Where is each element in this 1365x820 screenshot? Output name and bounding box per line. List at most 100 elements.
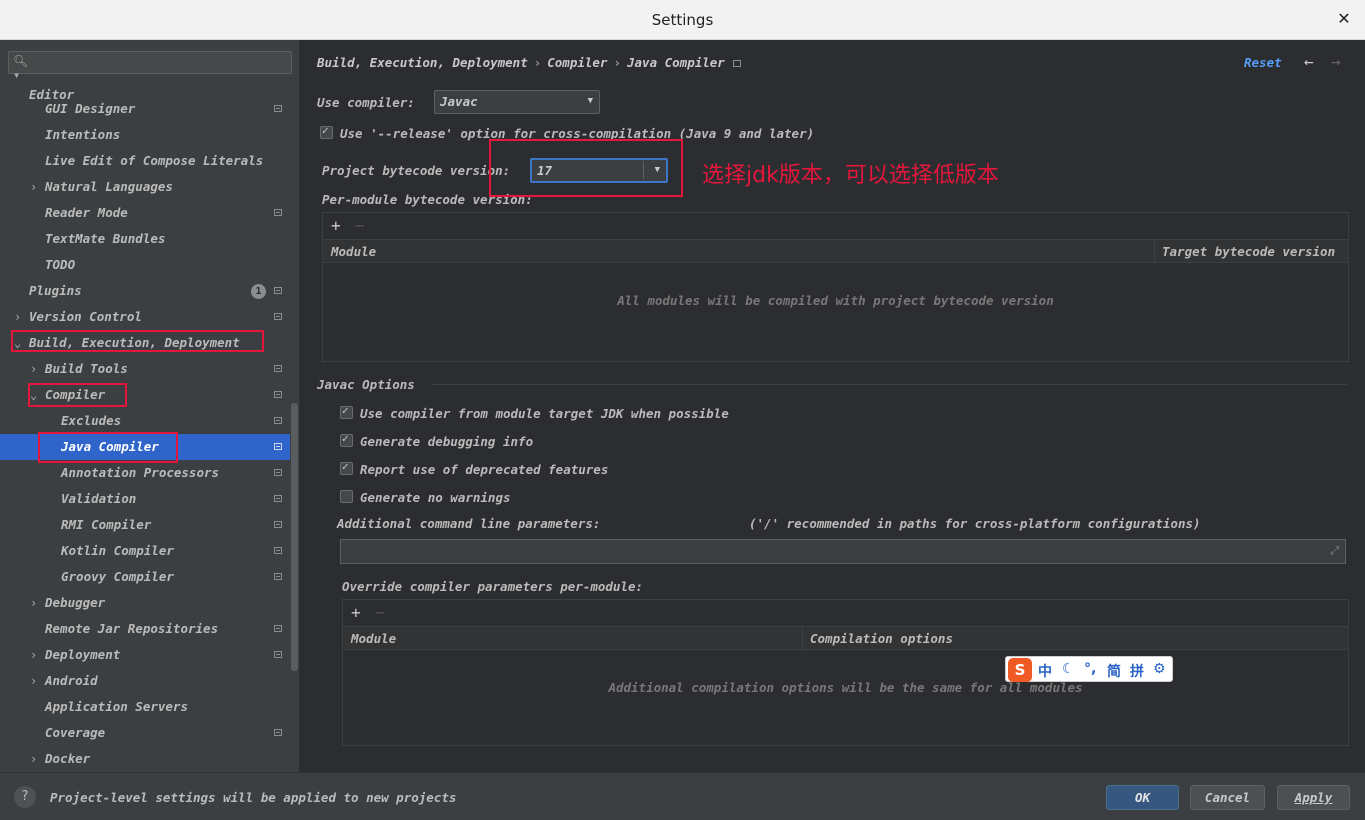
sidebar-item-validation[interactable]: Validation [0, 486, 290, 512]
breadcrumb-separator-icon: › [613, 55, 621, 70]
reset-link[interactable]: Reset [1244, 55, 1282, 70]
sidebar-item-docker[interactable]: › Docker [0, 746, 290, 772]
ime-punctuation[interactable]: °, [1084, 661, 1096, 677]
sidebar-item-label: Version Control [29, 309, 142, 324]
sidebar-item-kotlin-compiler[interactable]: Kotlin Compiler [0, 538, 290, 564]
sidebar-item-intentions[interactable]: Intentions [0, 122, 290, 148]
sidebar-item-live-edit[interactable]: Live Edit of Compose Literals [0, 148, 290, 174]
option-checkbox-debugging-info[interactable]: ✓ [340, 432, 353, 447]
expand-icon[interactable]: ⤢ [1330, 544, 1339, 558]
sidebar-item-excludes[interactable]: Excludes [0, 408, 290, 434]
chevron-right-icon[interactable]: › [30, 746, 42, 772]
chevron-right-icon[interactable]: › [14, 304, 26, 330]
sidebar-item-label: Docker [45, 751, 91, 766]
chevron-right-icon[interactable]: › [30, 642, 42, 668]
sidebar-item-plugins[interactable]: Plugins 1 [0, 278, 290, 304]
search-input[interactable]: 🔍︎▾ [8, 51, 292, 82]
sidebar-item-label: Annotation Processors [61, 465, 220, 480]
sidebar-item-application-servers[interactable]: Application Servers [0, 694, 290, 720]
sidebar-item-label: Validation [61, 491, 137, 506]
apply-button[interactable]: Apply [1277, 785, 1350, 810]
dialog-footer: ? Project-level settings will be applied… [0, 772, 1365, 820]
chevron-right-icon[interactable]: › [30, 174, 42, 200]
additional-params-label: Additional command line parameters: [337, 516, 601, 531]
add-icon[interactable]: + [331, 216, 341, 235]
cancel-button[interactable]: Cancel [1190, 785, 1265, 810]
sidebar-item-remote-jar-repositories[interactable]: Remote Jar Repositories [0, 616, 290, 642]
ime-toolbar[interactable]: S 中 ☾ °, 简 拼 ⚙ [1005, 656, 1173, 682]
sidebar-item-coverage[interactable]: Coverage [0, 720, 290, 746]
sidebar-item-deployment[interactable]: › Deployment [0, 642, 290, 668]
sidebar-item-rmi-compiler[interactable]: RMI Compiler [0, 512, 290, 538]
sidebar-item-label: Build Tools [45, 361, 128, 376]
project-scope-icon [274, 469, 282, 476]
sidebar-item-todo[interactable]: TODO [0, 252, 290, 278]
sidebar-item-reader-mode[interactable]: Reader Mode [0, 200, 290, 226]
sogou-logo-icon[interactable]: S [1008, 658, 1032, 682]
sidebar-item-version-control[interactable]: › Version Control [0, 304, 290, 330]
option-checkbox-no-warnings[interactable] [340, 490, 353, 503]
close-icon[interactable]: ✕ [1335, 9, 1353, 29]
project-scope-icon [274, 105, 282, 112]
ime-chinese-mode[interactable]: 中 [1038, 661, 1052, 681]
option-label: Use compiler from module target JDK when… [360, 406, 729, 421]
option-label: Generate debugging info [360, 434, 534, 449]
project-scope-icon [274, 287, 282, 294]
empty-table-text: All modules will be compiled with projec… [617, 293, 1054, 308]
back-arrow-icon[interactable]: ← [1304, 52, 1314, 71]
add-icon[interactable]: + [351, 603, 361, 622]
sidebar-item-label: Debugger [45, 595, 106, 610]
project-scope-icon [274, 443, 282, 450]
sidebar-item-label: Groovy Compiler [61, 569, 174, 584]
help-icon[interactable]: ? [14, 786, 36, 808]
table-header: Module Target bytecode version [323, 239, 1348, 264]
sidebar-item-label: Intentions [45, 127, 121, 142]
settings-content: Build, Execution, Deployment › Compiler › Ja… [301, 40, 1365, 772]
compiler-select[interactable]: Javac ▼ [434, 90, 600, 114]
release-option-checkbox[interactable]: ✓ [320, 124, 333, 139]
forward-arrow-icon[interactable]: → [1331, 52, 1341, 71]
sidebar-item-textmate-bundles[interactable]: TextMate Bundles [0, 226, 290, 252]
chevron-right-icon[interactable]: › [30, 590, 42, 616]
option-checkbox-deprecated[interactable]: ✓ [340, 460, 353, 475]
sidebar-scrollbar[interactable] [291, 403, 298, 671]
sidebar-item-gui-designer[interactable]: GUI Designer [0, 96, 290, 122]
ok-button[interactable]: OK [1106, 785, 1179, 810]
additional-params-input[interactable]: ⤢ [340, 539, 1346, 564]
sidebar-item-label: Natural Languages [45, 179, 173, 194]
column-header-compilation-options[interactable]: Compilation options [810, 631, 953, 646]
table-header: Module Compilation options [343, 626, 1348, 651]
column-header-target[interactable]: Target bytecode version [1162, 244, 1335, 259]
remove-icon[interactable]: − [375, 603, 385, 622]
sidebar-item-android[interactable]: › Android [0, 668, 290, 694]
ime-pinyin[interactable]: 拼 [1130, 661, 1144, 681]
gear-icon[interactable]: ⚙ [1153, 661, 1166, 677]
sidebar-item-label: Remote Jar Repositories [45, 621, 219, 636]
option-label: Generate no warnings [360, 490, 511, 505]
project-scope-icon [274, 391, 282, 398]
sidebar-item-label: Application Servers [45, 699, 188, 714]
plugins-update-badge: 1 [251, 284, 266, 299]
sidebar-item-debugger[interactable]: › Debugger [0, 590, 290, 616]
sidebar-item-groovy-compiler[interactable]: Groovy Compiler [0, 564, 290, 590]
chevron-right-icon[interactable]: › [30, 668, 42, 694]
sidebar-item-natural-languages[interactable]: › Natural Languages [0, 174, 290, 200]
remove-icon[interactable]: − [355, 216, 365, 235]
sidebar-item-build-tools[interactable]: › Build Tools [0, 356, 290, 382]
compiler-select-value: Javac [440, 94, 478, 109]
breadcrumb-item: Java Compiler [627, 55, 725, 70]
ime-simplified[interactable]: 简 [1107, 661, 1121, 681]
checkmark-icon: ✓ [342, 460, 349, 473]
moon-icon[interactable]: ☾ [1062, 661, 1075, 677]
sidebar-item-label: Plugins [29, 283, 82, 298]
bytecode-version-label: Project bytecode version: [322, 163, 511, 178]
column-header-module[interactable]: Module [351, 631, 396, 646]
table-toolbar: + − [323, 213, 1348, 239]
option-checkbox-target-jdk[interactable]: ✓ [340, 404, 353, 419]
column-header-module[interactable]: Module [331, 244, 376, 259]
chevron-right-icon[interactable]: › [30, 356, 42, 382]
project-scope-icon [274, 651, 282, 658]
javac-options-title: Javac Options [317, 377, 415, 392]
sidebar-item-annotation-processors[interactable]: Annotation Processors [0, 460, 290, 486]
project-scope-icon [732, 60, 741, 67]
